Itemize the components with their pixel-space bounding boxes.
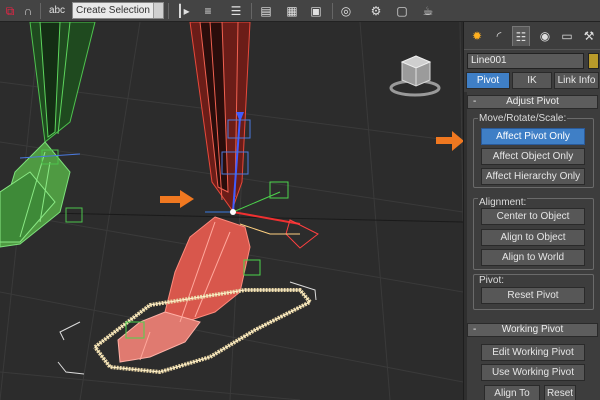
selection-filter-icon[interactable]: abc [48,2,66,20]
rollout-title: Adjust Pivot [506,96,559,107]
chevron-down-icon[interactable] [153,3,163,18]
perspective-viewport[interactable] [0,22,463,400]
unlink-icon[interactable]: ⧉ [2,2,18,20]
affect-hierarchy-only-button[interactable]: Affect Hierarchy Only [481,168,585,185]
red-leg-object[interactable] [117,22,251,363]
scene-drawing [0,22,463,400]
rendered-frame-window-icon[interactable]: ▢ [392,2,412,20]
render-setup-icon[interactable]: ⚙ [366,2,386,20]
annotation-arrow-viewport [160,190,194,208]
main-toolbar: ⧉ ∩ abc Create Selection Se ┃▸ ≡ ☰ ▤ ▦ ▣… [0,0,600,22]
align-to-view-button[interactable]: Align To View [484,385,540,400]
collapse-icon: - [473,324,477,335]
named-selection-set-dropdown[interactable]: Create Selection Se [72,2,164,19]
tab-pivot[interactable]: Pivot [466,72,510,89]
layer-manager-icon[interactable]: ☰ [226,2,246,20]
create-icon[interactable]: ✹ [468,26,486,46]
group-title: Move/Rotate/Scale: [478,113,568,124]
mirror-icon[interactable]: ┃▸ [174,2,192,20]
command-panel: ✹ ◜ ☷ ◉ ▭ ⚒ Line001 Pivot IK Link Info -… [463,22,600,400]
render-production-icon[interactable]: ☕ [418,2,438,20]
align-icon[interactable]: ≡ [198,2,218,20]
reset-working-pivot-button[interactable]: Reset [544,385,576,400]
hierarchy-icon[interactable]: ☷ [512,26,530,46]
annotation-arrow-panel [436,131,464,151]
group-title: Pivot: [478,275,506,286]
bind-to-space-warp-icon[interactable]: ∩ [20,2,36,20]
motion-icon[interactable]: ◉ [536,26,554,46]
schematic-view-icon[interactable]: ▣ [306,2,326,20]
utilities-icon[interactable]: ⚒ [580,26,598,46]
named-selection-set-text: Create Selection Se [76,5,164,16]
curve-editor-icon[interactable]: ▦ [282,2,302,20]
adjust-pivot-rollout-header[interactable]: - Adjust Pivot [467,95,598,109]
use-working-pivot-button[interactable]: Use Working Pivot [481,364,585,381]
rollout-title: Working Pivot [501,324,564,335]
object-color-swatch[interactable] [588,53,599,69]
command-panel-tabs: ✹ ◜ ☷ ◉ ▭ ⚒ [464,22,600,50]
tab-ik[interactable]: IK [512,72,552,89]
align-to-world-button[interactable]: Align to World [481,249,585,266]
panel-scrollbar[interactable] [464,92,467,400]
viewcube[interactable] [389,55,441,97]
edit-working-pivot-button[interactable]: Edit Working Pivot [481,344,585,361]
working-pivot-bottom-row: Align To View Reset [484,385,596,400]
affect-pivot-only-button[interactable]: Affect Pivot Only [481,128,585,145]
group-title: Alignment: [478,197,528,208]
collapse-icon: - [473,96,477,107]
modify-icon[interactable]: ◜ [490,26,508,46]
reset-pivot-button[interactable]: Reset Pivot [481,287,585,304]
center-to-object-button[interactable]: Center to Object [481,208,585,225]
graphite-modeling-icon[interactable]: ▤ [256,2,276,20]
working-pivot-rollout-header[interactable]: - Working Pivot [467,323,598,337]
object-name-field[interactable]: Line001 [467,53,584,69]
tab-link-info[interactable]: Link Info [554,72,599,89]
align-to-object-button[interactable]: Align to Object [481,229,585,246]
affect-object-only-button[interactable]: Affect Object Only [481,148,585,165]
material-editor-icon[interactable]: ◎ [336,2,356,20]
hierarchy-mode-tabs: Pivot IK Link Info [466,72,599,90]
display-icon[interactable]: ▭ [558,26,576,46]
